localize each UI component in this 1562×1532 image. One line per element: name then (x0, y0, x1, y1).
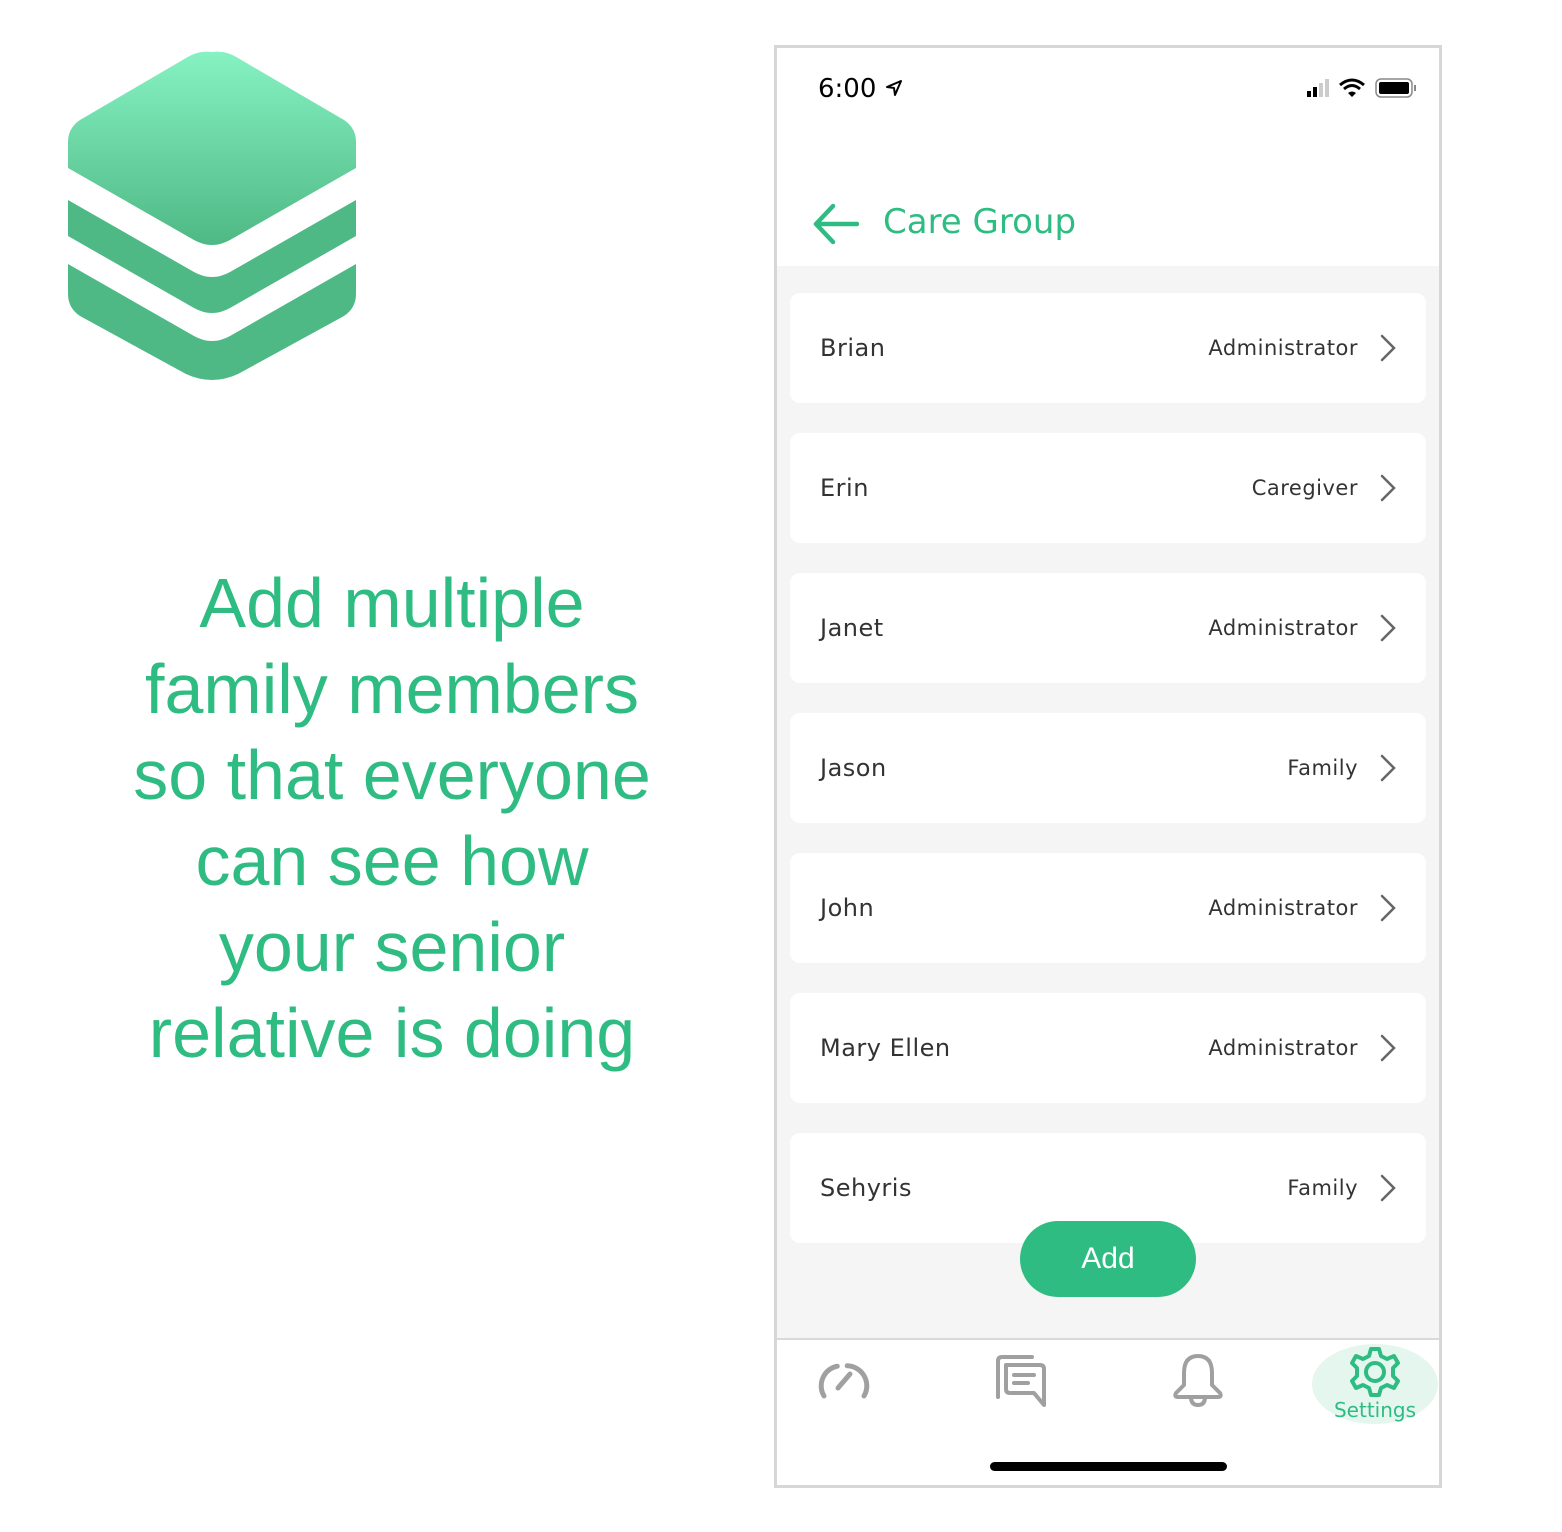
gear-icon (1350, 1347, 1400, 1397)
member-name: Jason (820, 754, 887, 782)
location-arrow-icon (885, 80, 902, 96)
member-role: Administrator (1208, 616, 1358, 640)
member-role: Administrator (1208, 896, 1358, 920)
member-role: Family (1287, 756, 1358, 780)
header: 6:00 Care Group (777, 48, 1439, 266)
member-row[interactable]: Mary Ellen Administrator (790, 993, 1426, 1103)
tagline-line: Add multiple (199, 564, 585, 642)
member-name: Sehyris (820, 1174, 912, 1202)
tab-discussions[interactable] (958, 1340, 1084, 1420)
member-name: John (820, 894, 875, 922)
app-logo (68, 51, 356, 380)
home-indicator[interactable] (990, 1462, 1227, 1471)
add-button[interactable]: Add (1020, 1221, 1196, 1297)
tagline-line: your senior (218, 908, 566, 986)
tab-settings[interactable]: Settings (1312, 1344, 1438, 1424)
chevron-right-icon (1380, 754, 1396, 782)
signal-icon (1307, 79, 1329, 97)
chevron-right-icon (1380, 894, 1396, 922)
speedometer-icon (818, 1363, 870, 1399)
member-role: Administrator (1208, 1036, 1358, 1060)
member-name: Mary Ellen (820, 1034, 951, 1062)
member-role: Family (1287, 1176, 1358, 1200)
member-row[interactable]: Janet Administrator (790, 573, 1426, 683)
tagline-line: relative is doing (148, 994, 636, 1072)
chevron-right-icon (1380, 334, 1396, 362)
chevron-right-icon (1380, 614, 1396, 642)
member-row[interactable]: Brian Administrator (790, 293, 1426, 403)
battery-icon (1375, 78, 1416, 98)
bell-icon (1173, 1354, 1223, 1407)
member-name: Erin (820, 474, 869, 502)
phone-screen: 6:00 Care Group Brian Administrator Erin Ca… (774, 45, 1442, 1488)
member-name: Brian (820, 334, 886, 362)
member-row[interactable]: Jason Family (790, 713, 1426, 823)
wifi-icon (1339, 78, 1365, 97)
time-text: 6:00 (818, 74, 877, 104)
chevron-right-icon (1380, 1174, 1396, 1202)
status-icons (1307, 78, 1417, 98)
tagline-line: can see how (195, 822, 589, 900)
member-role: Administrator (1208, 336, 1358, 360)
member-name: Janet (820, 614, 884, 642)
tab-notifications[interactable] (1135, 1340, 1261, 1420)
status-time: 6:00 (818, 74, 903, 104)
back-arrow-icon[interactable] (813, 202, 859, 246)
tab-status[interactable] (781, 1340, 907, 1420)
chat-icon (996, 1355, 1046, 1407)
chevron-right-icon (1380, 1034, 1396, 1062)
member-row[interactable]: John Administrator (790, 853, 1426, 963)
chevron-right-icon (1380, 474, 1396, 502)
tagline-line: family members (145, 650, 639, 728)
member-role: Caregiver (1251, 476, 1358, 500)
member-row[interactable]: Erin Caregiver (790, 433, 1426, 543)
tagline-line: so that everyone (133, 736, 651, 814)
page-title: Care Group (883, 202, 1077, 242)
tab-settings-label: Settings (1333, 1398, 1417, 1422)
tagline: Add multiple family members so that ever… (92, 560, 692, 1076)
